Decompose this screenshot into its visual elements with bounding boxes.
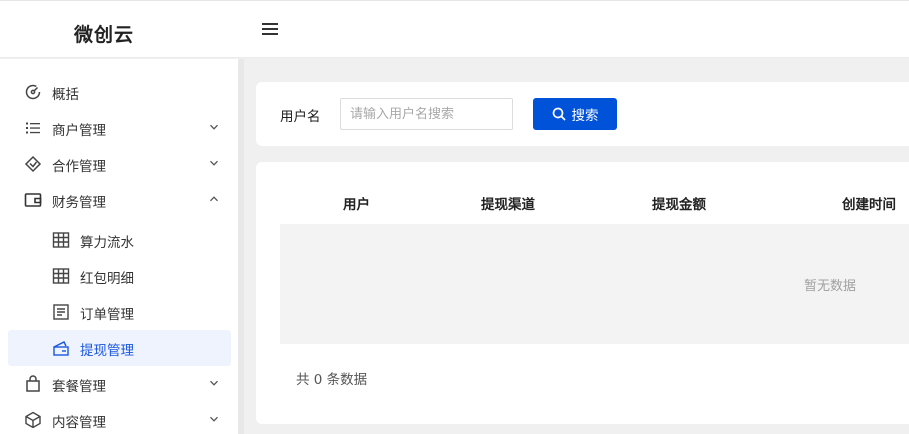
column-header-created-time: 创建时间 (842, 197, 896, 213)
sidebar-item-label: 红包明细 (80, 271, 134, 287)
wallet-icon (24, 193, 42, 207)
sidebar-item-cooperation[interactable]: 合作管理 (8, 146, 231, 182)
sidebar-item-packages[interactable]: 套餐管理 (8, 366, 231, 402)
empty-state-text: 暂无数据 (804, 279, 857, 294)
column-header-amount: 提现金额 (652, 197, 706, 213)
sidebar-scrollbar[interactable] (238, 59, 244, 434)
search-button-label: 搜索 (571, 108, 599, 124)
sidebar-item-label: 套餐管理 (52, 379, 106, 395)
sidebar-subitem-withdrawals[interactable]: 提现管理 (8, 330, 231, 366)
chevron-down-icon (210, 380, 218, 386)
search-icon (552, 107, 566, 121)
chevron-down-icon (210, 160, 218, 166)
search-panel: 用户名 搜索 (256, 82, 909, 146)
sidebar-item-label: 算力流水 (80, 235, 134, 251)
table-empty-state: 暂无数据 (280, 224, 909, 344)
sidebar-item-merchants[interactable]: 商户管理 (8, 110, 231, 146)
brand-logo-text: 微创云 (74, 24, 135, 46)
username-search-input[interactable] (340, 98, 513, 130)
card-withdraw-icon (53, 341, 69, 356)
handshake-icon (24, 155, 42, 173)
sidebar-subitem-compute-ledger[interactable]: 算力流水 (8, 222, 231, 258)
table-grid-icon (52, 232, 70, 248)
sidebar: 概括 商户管理 合作管理 财务管理 算力流水 红包明细 订单管理 提现管理 套餐… (0, 59, 238, 434)
pagination-total: 共 0 条数据 (296, 372, 368, 388)
sidebar-item-label: 订单管理 (80, 307, 134, 323)
column-header-user: 用户 (343, 197, 370, 213)
search-button[interactable]: 搜索 (533, 98, 617, 130)
sidebar-item-label: 财务管理 (52, 195, 106, 211)
sidebar-item-label: 商户管理 (52, 123, 106, 139)
shopping-bag-icon (26, 375, 40, 392)
list-icon (26, 122, 40, 134)
sidebar-item-label: 合作管理 (52, 159, 106, 175)
table-grid-icon (52, 268, 70, 284)
sidebar-subitem-redpacket-details[interactable]: 红包明细 (8, 258, 231, 294)
top-header: 微创云 (0, 0, 909, 58)
sidebar-item-label: 概括 (52, 87, 79, 103)
sidebar-item-label: 提现管理 (80, 343, 134, 359)
cube-icon (25, 411, 41, 429)
document-list-icon (53, 304, 69, 320)
sidebar-item-content[interactable]: 内容管理 (8, 402, 231, 434)
sidebar-subitem-orders[interactable]: 订单管理 (8, 294, 231, 330)
hamburger-icon[interactable] (262, 23, 278, 37)
dashboard-gauge-icon (25, 84, 41, 100)
sidebar-item-overview[interactable]: 概括 (8, 74, 231, 110)
username-label: 用户名 (280, 109, 321, 125)
withdrawals-table: 用户 提现渠道 提现金额 创建时间 暂无数据 共 0 条数据 (256, 162, 909, 424)
sidebar-item-finance[interactable]: 财务管理 (8, 182, 231, 218)
chevron-up-icon (210, 196, 218, 202)
sidebar-item-label: 内容管理 (52, 415, 106, 431)
chevron-down-icon (210, 416, 218, 422)
chevron-down-icon (210, 124, 218, 130)
column-header-channel: 提现渠道 (481, 197, 535, 213)
